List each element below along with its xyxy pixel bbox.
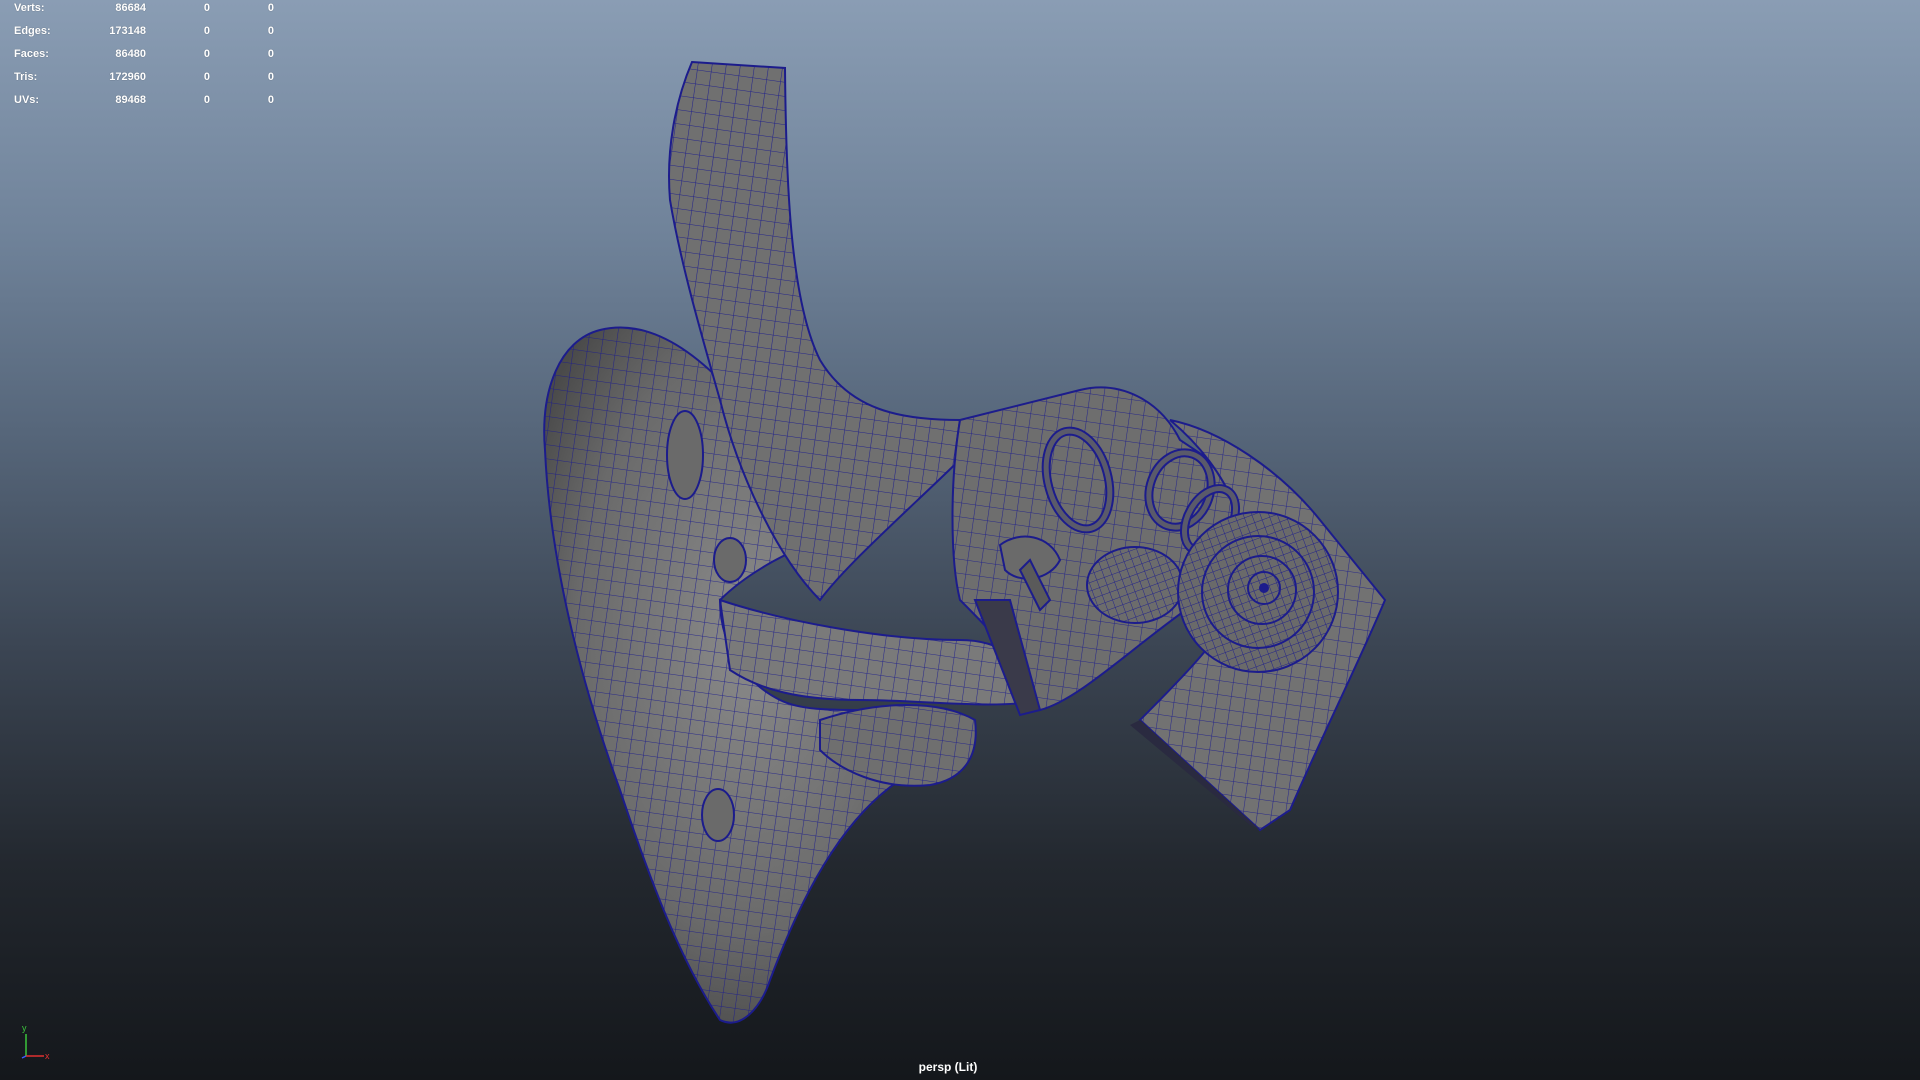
camera-label: persp (Lit) xyxy=(918,1060,978,1074)
vestibule xyxy=(1086,546,1184,624)
axis-y-label: y xyxy=(22,1023,27,1033)
ear-anatomy-mesh[interactable] xyxy=(0,0,1920,1080)
cochlea xyxy=(1177,511,1339,673)
axis-x-label: x xyxy=(45,1051,50,1060)
maya-perspective-viewport[interactable]: Verts: 86684 0 0 Edges: 173148 0 0 Faces… xyxy=(0,0,1920,1080)
axis-gizmo-icon: y x xyxy=(21,1023,50,1060)
